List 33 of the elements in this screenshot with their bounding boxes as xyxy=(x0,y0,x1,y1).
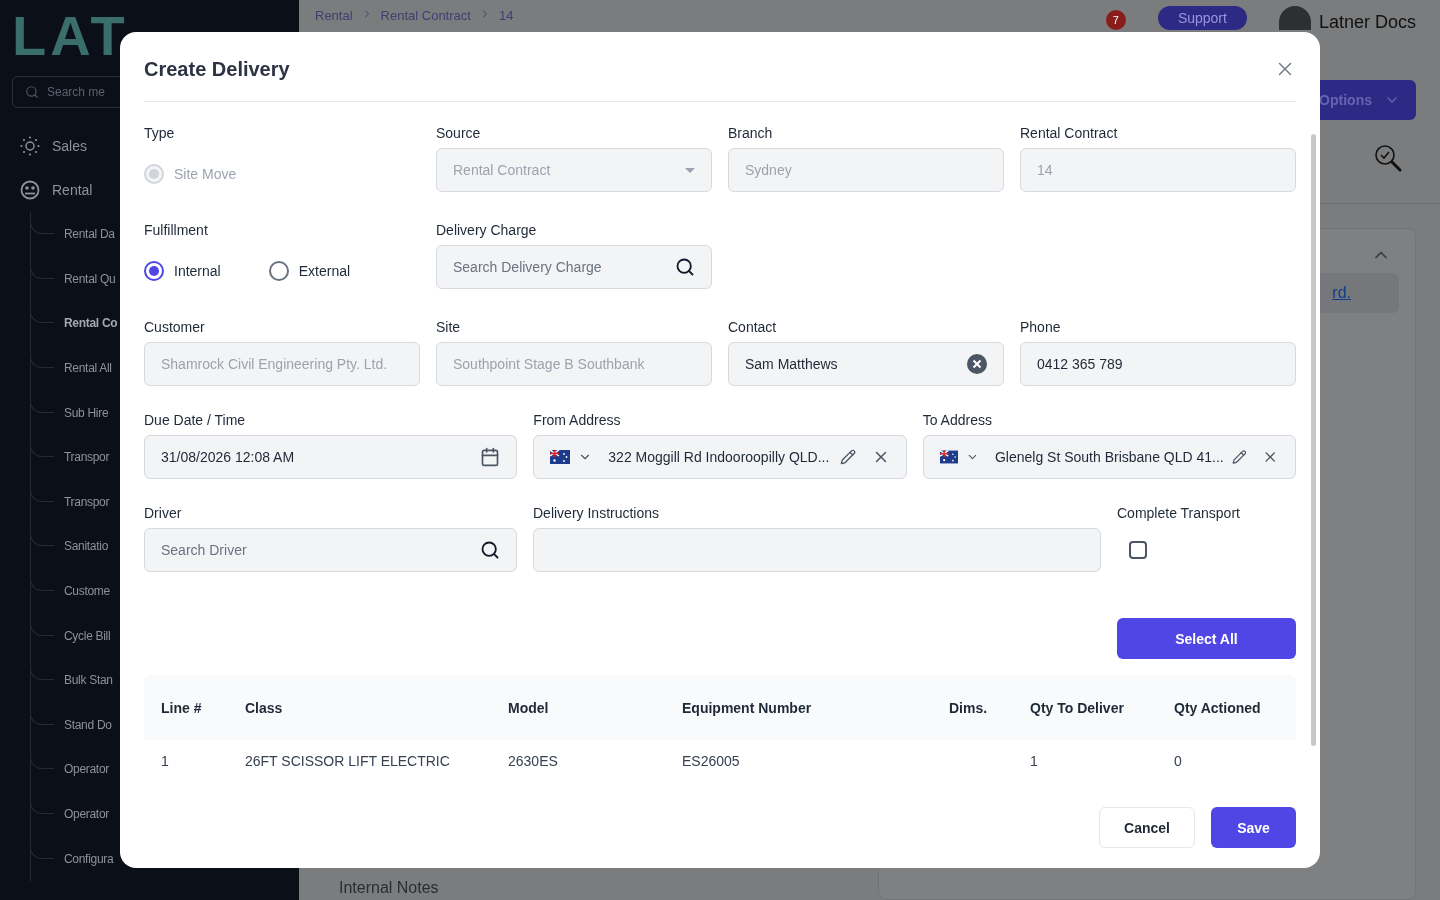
table-cell-text: 0 xyxy=(1174,752,1183,771)
field-label: Source xyxy=(436,124,482,142)
field-label: Branch xyxy=(728,124,774,142)
field-label: To Address xyxy=(922,411,993,429)
field-label: Site xyxy=(436,318,462,336)
table-cell-text: 1 xyxy=(1030,752,1039,771)
table-cell-text: 2630ES xyxy=(508,752,559,771)
column-header: Class xyxy=(245,698,284,718)
field-label: Delivery Instructions xyxy=(533,504,661,522)
column-header: Qty Actioned xyxy=(1174,698,1262,718)
field-label: Complete Transport xyxy=(1117,504,1241,522)
notification-badge: 7 xyxy=(1105,10,1126,30)
logo: LAT xyxy=(12,4,129,68)
column-header: Qty To Deliver xyxy=(1030,698,1125,718)
field-label: Phone xyxy=(1020,318,1062,336)
field-label: Fulfillment xyxy=(144,221,209,239)
field-label: Customer xyxy=(144,318,206,336)
field-label: Driver xyxy=(144,504,183,522)
column-header: Model xyxy=(508,698,550,718)
field-label: Type xyxy=(144,124,176,142)
table-cell-text: ES26005 xyxy=(682,752,741,771)
field-label: Rental Contract xyxy=(1020,124,1119,142)
column-header: Dims. xyxy=(949,698,989,718)
field-label: Contact xyxy=(728,318,778,336)
table-cell-text: 1 xyxy=(161,752,170,771)
field-label: From Address xyxy=(533,411,622,429)
column-header: Line # xyxy=(161,698,203,718)
table-cell-text: 26FT SCISSOR LIFT ELECTRIC xyxy=(245,752,451,771)
field-label: Due Date / Time xyxy=(144,411,247,429)
column-header: Equipment Number xyxy=(682,698,813,718)
field-label: Delivery Charge xyxy=(436,221,538,239)
section-label: Internal Notes xyxy=(339,878,440,898)
dialog-title: Create Delivery xyxy=(144,56,290,82)
